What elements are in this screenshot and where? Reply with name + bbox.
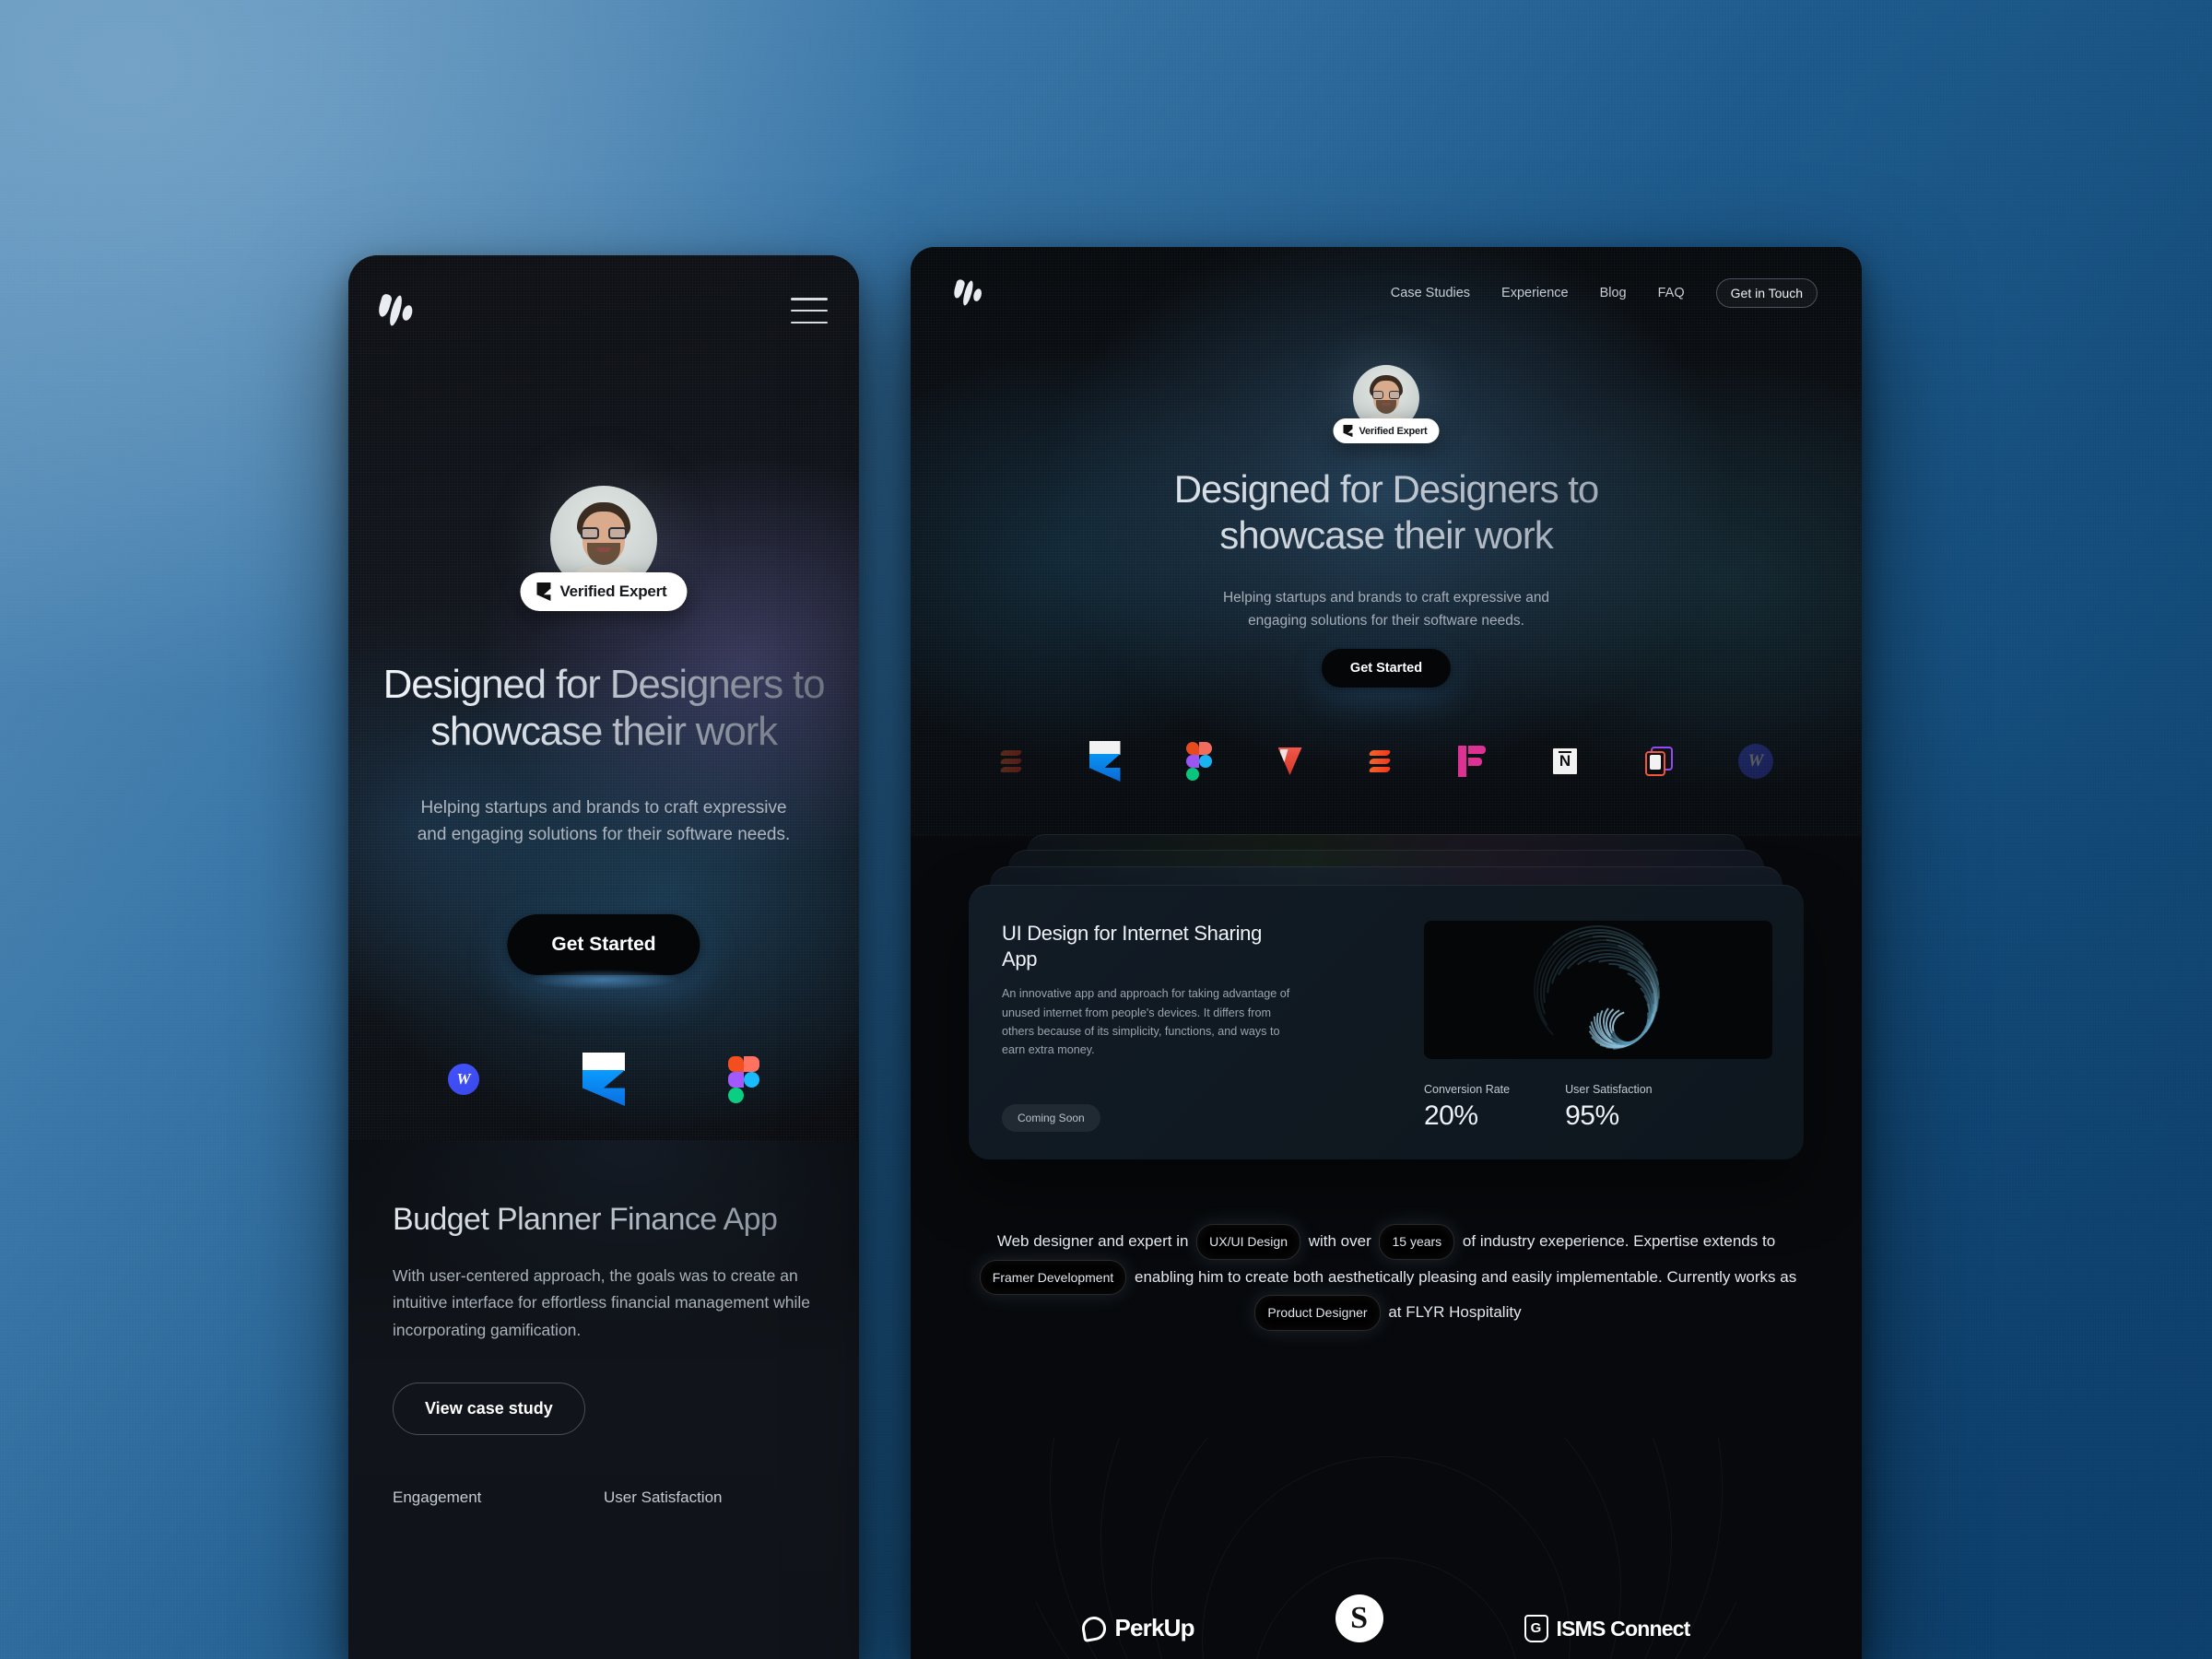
verified-expert-badge: Verified Expert [520,572,688,611]
bio-tag-uxui-design[interactable]: UX/UI Design [1196,1224,1300,1260]
hamburger-menu-icon[interactable] [791,298,828,324]
mobile-tool-logos: W [348,1053,859,1106]
mobile-hero-section: Verified Expert Designed for Designers t… [348,255,859,1140]
stat-user-satisfaction: User Satisfaction 95% [1565,1083,1652,1132]
brand-logo-icon[interactable] [952,278,983,309]
bio-tag-15-years[interactable]: 15 years [1379,1224,1455,1260]
framer-icon [1343,425,1352,437]
framer-icon [536,582,550,601]
project-card[interactable]: UI Design for Internet Sharing App An in… [969,885,1804,1159]
bio-segment-3: of industry exeperience. Expertise exten… [1462,1231,1776,1250]
verified-expert-badge: Verified Expert [1333,418,1440,443]
bio-tag-product-designer[interactable]: Product Designer [1254,1295,1381,1332]
stat-label: User Satisfaction [604,1488,723,1506]
desktop-hero-section: Case Studies Experience Blog FAQ Get in … [911,247,1862,837]
view-case-study-button[interactable]: View case study [393,1382,585,1435]
desktop-nav-links: Case Studies Experience Blog FAQ Get in … [1391,278,1818,308]
nav-link-case-studies[interactable]: Case Studies [1391,286,1470,300]
nav-link-faq[interactable]: FAQ [1658,286,1685,300]
get-in-touch-button[interactable]: Get in Touch [1715,278,1818,308]
stat-value: 20% [1424,1100,1478,1131]
spiral-artwork-thumbnail [1424,921,1772,1059]
project-title: UI Design for Internet Sharing App [1002,922,1263,971]
notion-icon [1551,747,1579,776]
desktop-tool-logos: W [911,741,1862,782]
desktop-hero-subheading: Helping startups and brands to craft exp… [1222,590,1550,629]
mobile-topbar [348,287,859,335]
nav-link-experience[interactable]: Experience [1501,286,1569,300]
desktop-bio-section: Web designer and expert in UX/UI Design … [911,1224,1862,1332]
desktop-avatar-block: Verified Expert [1333,365,1440,443]
nav-link-blog[interactable]: Blog [1600,286,1627,300]
stat-user-satisfaction: User Satisfaction [604,1488,815,1507]
mobile-avatar-block: Verified Expert [520,486,688,611]
mobile-case-study-stats: Engagement User Satisfaction [393,1488,815,1507]
figma-icon [1186,742,1212,781]
client-logo-isms-connect: ISMS Connect [1524,1615,1690,1642]
client-name: ISMS Connect [1556,1616,1691,1641]
stat-conversion-rate: Conversion Rate 20% [1424,1083,1510,1132]
project-card-right: Conversion Rate 20% User Satisfaction 95… [1424,921,1772,1132]
invision-icon [1277,747,1302,775]
framer-icon [582,1053,625,1106]
verified-expert-label: Verified Expert [559,582,667,600]
verified-expert-label: Verified Expert [1359,425,1428,437]
bio-segment-7: at FLYR Hospitality [1388,1303,1522,1322]
isms-shield-icon [1524,1615,1548,1642]
hero-heading-line-2: showcase their work [1219,513,1553,558]
brand-logo-icon[interactable] [376,292,415,329]
stat-label: Engagement [393,1488,482,1506]
bio-segment-5: both aesthetically pleasing and easily i… [1293,1267,1663,1286]
webflow-icon: W [448,1064,479,1095]
s-circle-icon: S [1335,1594,1383,1642]
stat-value: 95% [1565,1100,1619,1131]
stat-label: Conversion Rate [1424,1083,1511,1096]
client-logos-row: PerkUp S ISMS Connect [911,1548,1862,1659]
desktop-hero-heading: Designed for Designers to showcase their… [911,466,1862,559]
bio-tag-framer-development[interactable]: Framer Development [979,1259,1127,1296]
hero-heading-line-1: Designed for Designers to [1173,467,1599,511]
protopie-icon [1457,746,1486,777]
figma-icon [728,1055,759,1103]
bio-segment-6: Currently works as [1666,1267,1797,1286]
get-started-button[interactable]: Get Started [507,914,700,990]
mobile-mockup-frame: Verified Expert Designed for Designers t… [348,255,859,1659]
project-stats: Conversion Rate 20% User Satisfaction 95… [1424,1083,1772,1132]
client-logo-perkup: PerkUp [1080,1614,1195,1642]
bio-segment-1: Web designer and expert in [996,1231,1189,1250]
bio-segment-2: with over [1308,1231,1371,1250]
mobile-hero-heading: Designed for Designers to showcase their… [348,661,859,755]
client-name: PerkUp [1114,1614,1194,1641]
desktop-mockup-frame: Case Studies Experience Blog FAQ Get in … [911,247,1862,1659]
bio-segment-4: enabling him to create [1135,1267,1289,1286]
cleanshot-icon [1644,747,1673,776]
mobile-case-study-section: Budget Planner Finance App With user-cen… [348,1140,859,1659]
project-card-left: UI Design for Internet Sharing App An in… [1002,921,1393,1132]
project-description: An innovative app and approach for takin… [1002,987,1290,1057]
spline-icon [1368,747,1392,775]
case-study-title: Budget Planner Finance App [393,1201,815,1239]
status-badge[interactable]: Coming Soon [1002,1104,1100,1132]
desktop-navbar: Case Studies Experience Blog FAQ Get in … [911,267,1862,319]
webflow-dim-icon: W [1738,744,1773,779]
client-logo-s: S [1335,1594,1383,1642]
mobile-hero-subheading: Helping startups and brands to craft exp… [417,798,791,845]
get-started-button[interactable]: Get Started [1321,649,1452,688]
desktop-project-card-stack: UI Design for Internet Sharing App An in… [911,834,1862,1159]
spline-dim-icon [999,747,1023,775]
case-study-description: With user-centered approach, the goals w… [393,1265,810,1339]
framer-icon [1089,741,1121,782]
stat-engagement: Engagement [393,1488,604,1507]
stat-label: User Satisfaction [1565,1083,1653,1096]
perkup-icon [1080,1614,1109,1642]
